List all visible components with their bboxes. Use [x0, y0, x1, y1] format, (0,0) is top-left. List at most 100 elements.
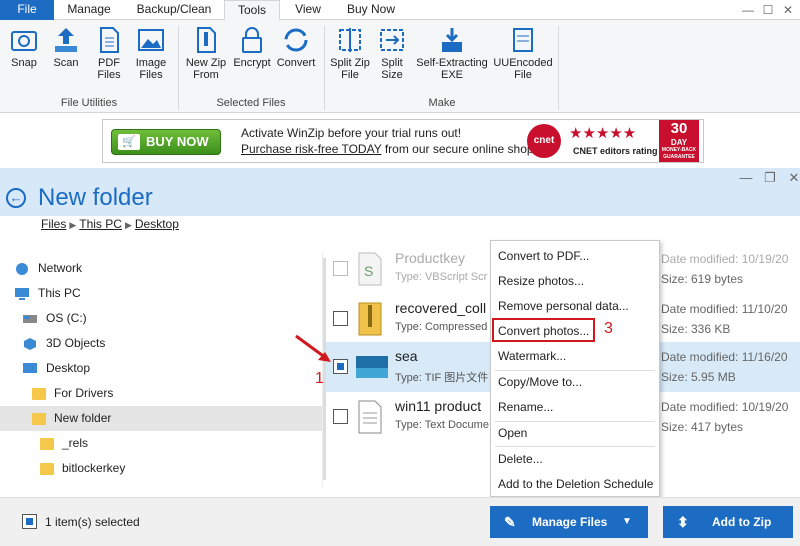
menu-item-add-to-deletion-schedule[interactable]: Add to the Deletion Schedule [491, 472, 659, 496]
tree-item-label: _rels [62, 436, 89, 450]
pane-minimize-icon[interactable]: — [738, 170, 754, 185]
ribbon: Snap Scan PDF Files Image Files File Uti… [0, 20, 800, 113]
split-zip-file-button[interactable]: Split Zip File [328, 26, 372, 81]
snap-label: Snap [11, 57, 37, 69]
tab-tools[interactable]: Tools [224, 0, 280, 21]
tab-backup-clean[interactable]: Backup/Clean [126, 0, 222, 20]
text-file-icon [358, 400, 382, 434]
upgrade-banner[interactable]: 🛒 BUY NOW Activate WinZip before your tr… [102, 119, 704, 163]
snap-button[interactable]: Snap [4, 26, 44, 69]
tree-item-bitlockerkey[interactable]: bitlockerkey [40, 456, 314, 481]
self-extracting-exe-button[interactable]: Self-Extracting EXE [412, 26, 492, 81]
menu-item-delete[interactable]: Delete... [491, 447, 659, 471]
tree-item-label: Desktop [46, 361, 91, 375]
tree-item-label: This PC [38, 286, 81, 300]
breadcrumb-separator-icon: ▶ [124, 220, 132, 230]
add-to-zip-button[interactable]: ⬍ Add to Zip [663, 506, 793, 538]
tree-item-desktop[interactable]: Desktop [22, 356, 314, 381]
image-icon [138, 29, 164, 51]
close-button[interactable]: ✕ [778, 2, 798, 18]
breadcrumb-this-pc[interactable]: This PC [79, 217, 122, 231]
menu-item-copy-move[interactable]: Copy/Move to... [491, 370, 659, 394]
select-all-checkbox[interactable] [22, 514, 37, 529]
folder-icon [32, 412, 46, 425]
exe-icon [442, 28, 462, 52]
file-date: Date modified: 10/19/20 [661, 400, 789, 414]
tab-buy-now[interactable]: Buy Now [336, 0, 406, 20]
uuencoded-file-button[interactable]: UUEncoded File [490, 26, 556, 81]
tree-item-label: Network [38, 261, 83, 275]
menu-item-open[interactable]: Open [491, 421, 659, 445]
group-selected-files: Selected Files [216, 97, 286, 109]
menu-item-convert-to-pdf[interactable]: Convert to PDF... [491, 244, 659, 268]
breadcrumb-desktop[interactable]: Desktop [135, 217, 179, 231]
tree-item-label: OS (C:) [46, 311, 87, 325]
buy-now-button[interactable]: 🛒 BUY NOW [111, 129, 221, 155]
split-zip-icon [339, 28, 361, 52]
menu-item-remove-personal-data[interactable]: Remove personal data... [491, 294, 659, 318]
zip-add-icon: ⬍ [677, 514, 689, 530]
file-type: Type: Text Docume [395, 419, 489, 431]
pdf-files-label: PDF Files [97, 57, 121, 81]
computer-icon [15, 287, 29, 300]
menu-item-watermark[interactable]: Watermark... [491, 344, 659, 368]
tree-item-os-c[interactable]: OS (C:) [22, 306, 314, 331]
pdf-files-button[interactable]: PDF Files [90, 26, 128, 81]
menu-item-resize-photos[interactable]: Resize photos... [491, 269, 659, 293]
tab-file[interactable]: File [0, 0, 54, 20]
encrypt-button[interactable]: Encrypt [230, 26, 274, 69]
menu-item-rename[interactable]: Rename... [491, 395, 659, 419]
split-size-label: Split Size [381, 57, 403, 81]
tree-item-for-drivers[interactable]: For Drivers [32, 381, 314, 406]
image-files-label: Image Files [135, 57, 167, 81]
split-size-button[interactable]: Split Size [372, 26, 412, 81]
svg-text:S: S [364, 263, 373, 279]
file-checkbox[interactable] [333, 359, 348, 374]
chevron-down-icon[interactable]: ▼ [622, 506, 632, 538]
purchase-link[interactable]: Purchase risk-free TODAY [241, 142, 382, 156]
trial-message: Activate WinZip before your trial runs o… [241, 126, 462, 140]
tab-manage[interactable]: Manage [54, 0, 124, 20]
ribbon-separator [178, 26, 179, 110]
restore-button[interactable]: ☐ [758, 2, 778, 18]
new-zip-from-button[interactable]: New Zip From [182, 26, 230, 81]
winzip-window: File Manage Backup/Clean Tools View Buy … [0, 0, 800, 546]
tree-item-label: New folder [54, 411, 112, 425]
selection-count: 1 item(s) selected [45, 515, 140, 529]
tree-item-3d-objects[interactable]: 3D Objects [22, 331, 314, 356]
file-checkbox[interactable] [333, 261, 348, 276]
file-name: recovered_coll [395, 300, 487, 316]
tree-item-rels[interactable]: _rels [40, 431, 314, 456]
tree-item-this-pc[interactable]: This PC [14, 281, 314, 306]
ribbon-separator [324, 26, 325, 110]
minimize-button[interactable]: — [738, 2, 758, 18]
breadcrumb-files[interactable]: Files [41, 217, 66, 231]
file-checkbox[interactable] [333, 409, 348, 424]
cart-icon: 🛒 [118, 134, 140, 150]
badge-number: 30 [670, 120, 688, 137]
file-checkbox[interactable] [333, 311, 348, 326]
pane-close-icon[interactable]: ✕ [786, 170, 800, 186]
scan-button[interactable]: Scan [48, 26, 84, 69]
lock-icon [242, 27, 262, 53]
back-arrow-icon[interactable]: ← [6, 188, 26, 208]
pane-restore-icon[interactable]: ❐ [762, 170, 778, 186]
file-type: Type: TIF 图片文件 [395, 372, 489, 384]
convert-icon [284, 28, 308, 52]
zip-file-icon [197, 27, 216, 53]
folder-icon [40, 462, 54, 475]
cube-icon [24, 337, 36, 350]
encrypt-label: Encrypt [233, 57, 271, 69]
script-file-icon: S [358, 252, 382, 286]
image-files-button[interactable]: Image Files [130, 26, 172, 81]
pdf-file-icon [100, 27, 119, 53]
pane-header: ← New folder — ❐ ✕ Files ▶ This PC ▶ Desktop [0, 168, 800, 244]
file-size: Size: 5.95 MB [661, 370, 736, 384]
tree-item-network[interactable]: Network [14, 256, 314, 281]
tree-item-new-folder[interactable]: New folder [0, 406, 322, 431]
file-type: Type: Compressed [395, 321, 488, 333]
manage-files-button[interactable]: ✎ Manage Files ▼ [490, 506, 648, 538]
convert-button[interactable]: Convert [274, 26, 318, 69]
scan-label: Scan [53, 57, 79, 69]
tab-view[interactable]: View [282, 0, 334, 20]
